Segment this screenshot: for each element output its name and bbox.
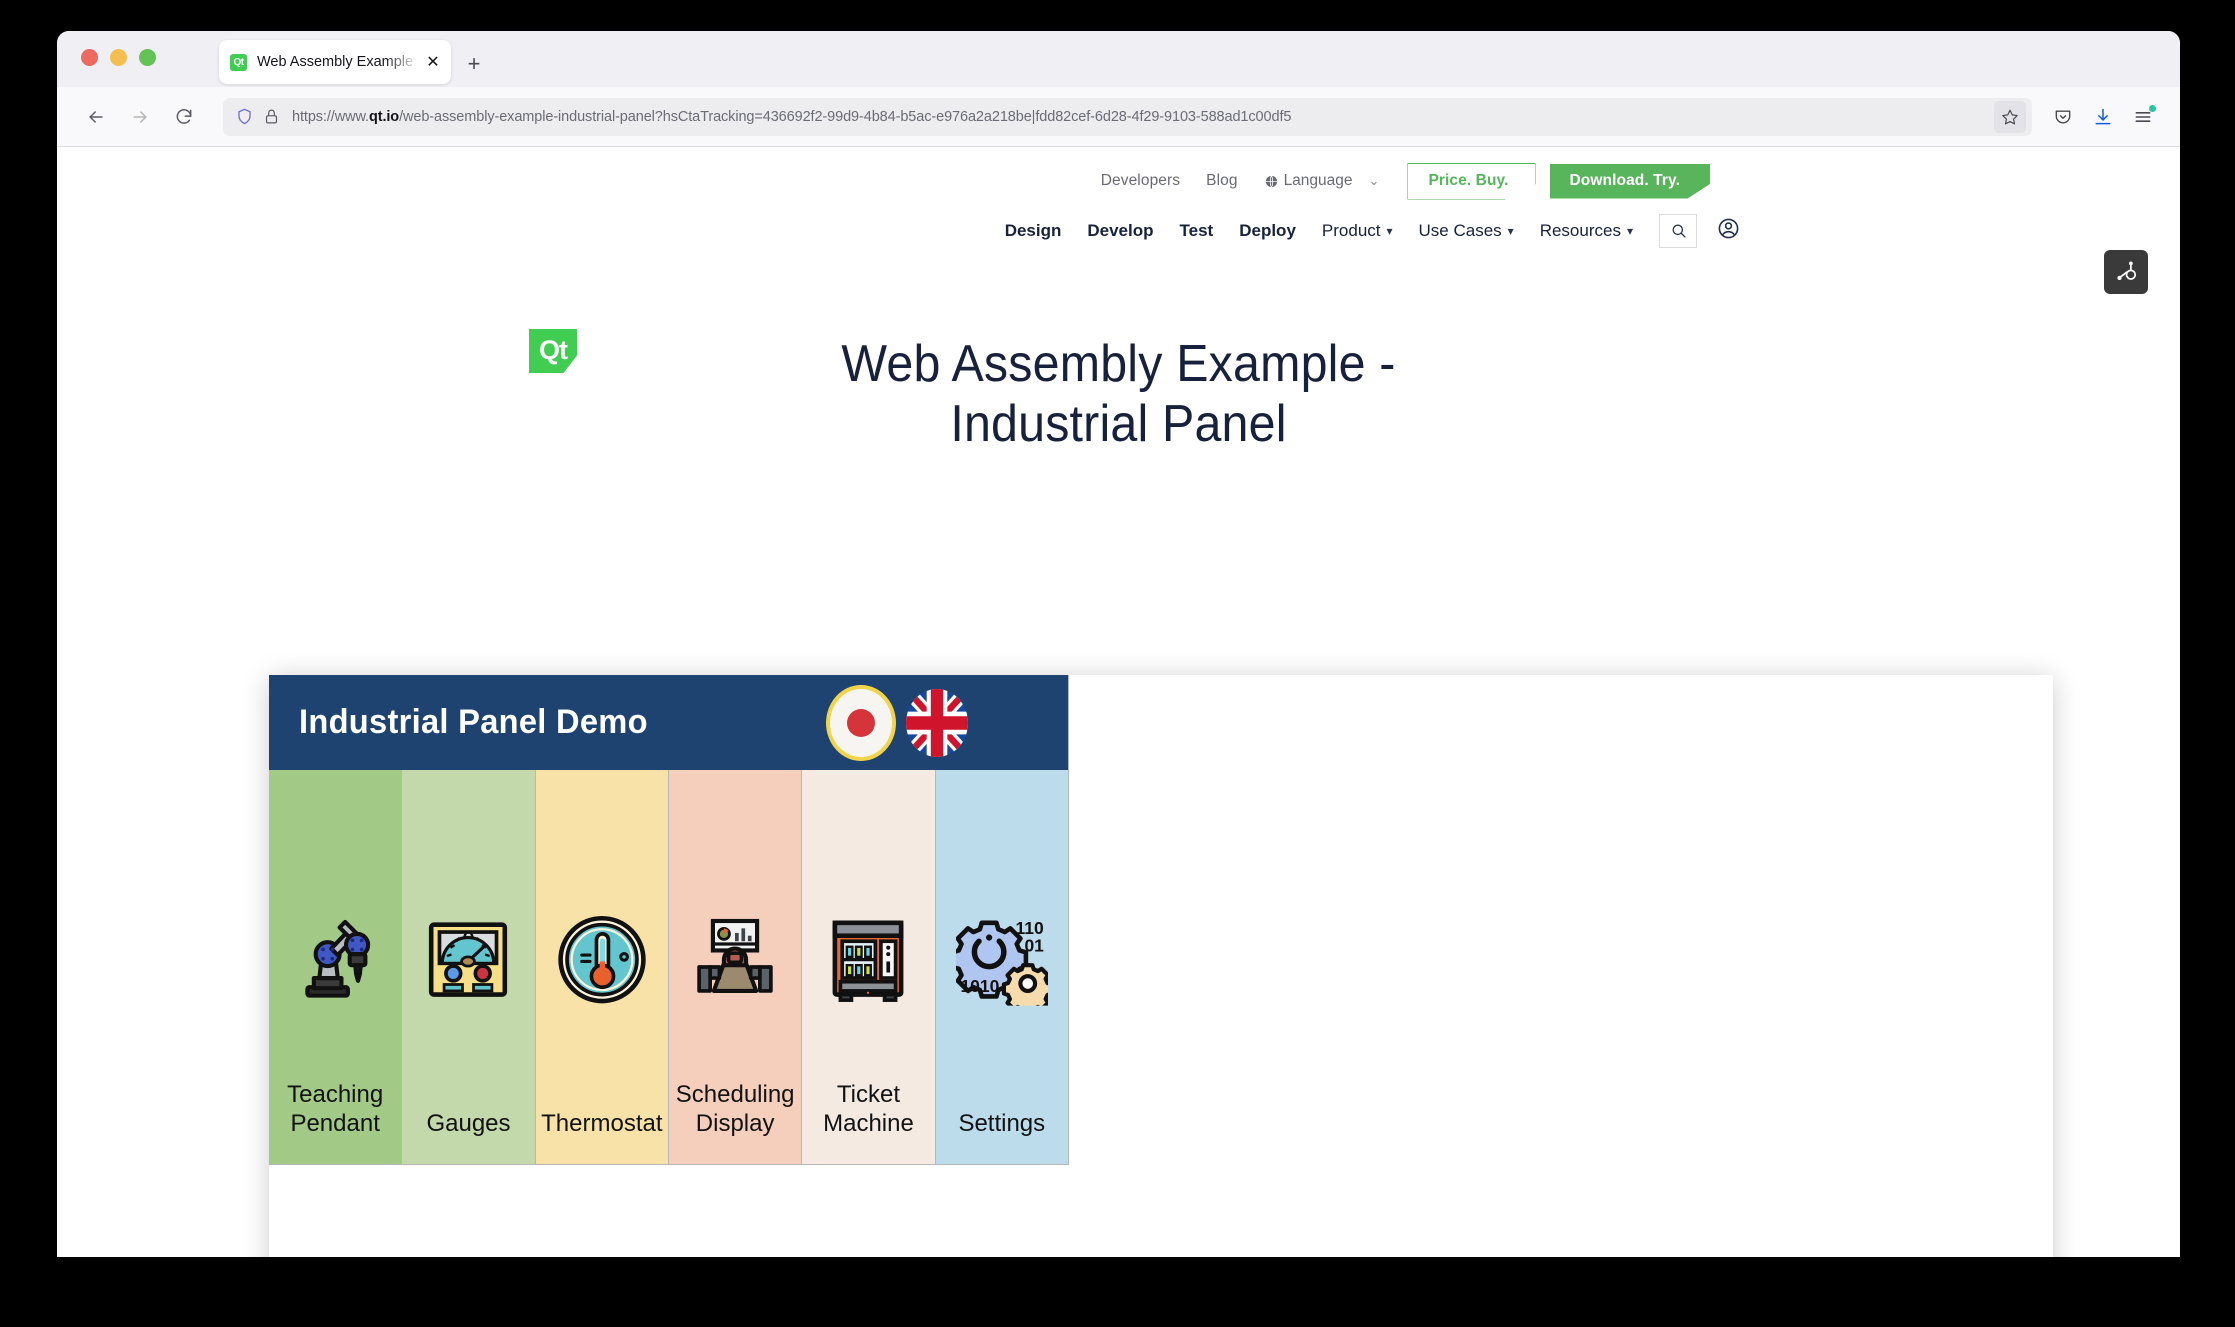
back-arrow-icon[interactable] xyxy=(77,98,115,136)
page-title: Web Assembly Example - Industrial Panel xyxy=(131,334,2105,456)
tile-label: Settings xyxy=(958,1109,1046,1137)
svg-text:1010: 1010 xyxy=(960,976,999,996)
tile-scheduling-display[interactable]: Scheduling Display xyxy=(668,770,803,1164)
tile-ticket-machine[interactable]: Ticket Machine xyxy=(802,770,936,1164)
tile-label: Ticket Machine xyxy=(823,1081,914,1137)
search-icon[interactable] xyxy=(1659,213,1697,248)
language-selector[interactable]: Language xyxy=(1264,172,1353,190)
site-utility-nav: Developers Blog Language ⌄ Price. Buy. D… xyxy=(57,147,2180,200)
hamburger-menu-icon[interactable] xyxy=(2126,100,2160,134)
window-controls xyxy=(81,49,156,66)
tile-label: Gauges xyxy=(426,1109,511,1137)
svg-text:01: 01 xyxy=(1024,935,1044,955)
reload-icon[interactable] xyxy=(165,98,203,136)
language-chevron-down-icon[interactable]: ⌄ xyxy=(1369,173,1380,189)
japan-flag-disc xyxy=(847,708,875,737)
pocket-icon[interactable] xyxy=(2046,100,2080,134)
gauge-meter-icon xyxy=(422,914,514,1006)
chevron-down-icon: ▾ xyxy=(1386,223,1393,238)
vending-machine-icon xyxy=(822,914,914,1006)
tile-settings[interactable]: 110 01 1010 Settings xyxy=(935,770,1068,1164)
lock-icon xyxy=(265,109,278,124)
close-tab-icon[interactable]: ✕ xyxy=(423,52,443,72)
japan-flag-button[interactable] xyxy=(830,688,892,757)
language-label: Language xyxy=(1283,172,1353,190)
hubspot-sprocket-icon[interactable] xyxy=(2104,250,2148,294)
nav-item-design[interactable]: Design xyxy=(1005,221,1062,241)
meeting-room-display-icon xyxy=(689,914,781,1006)
tile-gauges[interactable]: Gauges xyxy=(402,770,536,1164)
globe-icon xyxy=(1265,175,1277,188)
url-text: https://www.qt.io/web-assembly-example-i… xyxy=(292,108,1292,125)
page-viewport: Developers Blog Language ⌄ Price. Buy. D… xyxy=(57,147,2180,1257)
account-icon[interactable] xyxy=(1717,217,1740,245)
nav-item-product[interactable]: Product ▾ xyxy=(1322,221,1393,241)
chevron-down-icon: ▾ xyxy=(1626,223,1633,238)
nav-item-develop[interactable]: Develop xyxy=(1087,221,1153,241)
maximize-window-button[interactable] xyxy=(139,49,156,66)
tab-title: Web Assembly Example - Indust xyxy=(257,54,421,70)
uk-flag-button[interactable] xyxy=(906,688,968,757)
download-icon[interactable] xyxy=(2086,100,2120,134)
demo-tile-grid: Teaching Pendant Gauges Thermostat Sched… xyxy=(269,770,1068,1164)
site-main-nav: Design Develop Test Deploy Product ▾ Use … xyxy=(57,200,2180,248)
forward-arrow-icon[interactable] xyxy=(121,98,159,136)
top-link-developers[interactable]: Developers xyxy=(1101,172,1180,190)
gears-binary-icon: 110 01 1010 xyxy=(955,914,1048,1006)
robot-arm-icon xyxy=(289,914,381,1006)
tab-favicon-qt: Qt xyxy=(230,53,247,71)
tab-strip: Qt Web Assembly Example - Indust ✕ + xyxy=(57,31,2180,87)
star-icon[interactable] xyxy=(1994,100,2026,133)
page-title-line1: Web Assembly Example - xyxy=(841,334,1396,393)
tile-teaching-pendant[interactable]: Teaching Pendant xyxy=(269,770,403,1164)
language-flag-buttons xyxy=(830,675,968,770)
nav-item-use-cases[interactable]: Use Cases ▾ xyxy=(1419,221,1514,241)
tile-thermostat[interactable]: Thermostat xyxy=(535,770,669,1164)
tile-label: Teaching Pendant xyxy=(287,1081,384,1137)
download-try-button[interactable]: Download. Try. xyxy=(1549,164,1710,199)
shield-icon xyxy=(238,108,251,125)
demo-title: Industrial Panel Demo xyxy=(299,703,648,741)
tile-label: Scheduling Display xyxy=(675,1081,795,1137)
demo-header: Industrial Panel Demo xyxy=(269,675,1068,770)
nav-item-resources[interactable]: Resources ▾ xyxy=(1540,221,1633,241)
uk-flag-icon xyxy=(906,688,968,757)
menu-notification-dot xyxy=(2149,104,2156,112)
address-bar[interactable]: https://www.qt.io/web-assembly-example-i… xyxy=(223,97,2032,136)
minimize-window-button[interactable] xyxy=(110,49,127,66)
browser-toolbar: https://www.qt.io/web-assembly-example-i… xyxy=(57,87,2180,147)
close-window-button[interactable] xyxy=(81,49,98,66)
wasm-demo-canvas: Industrial Panel Demo Teaching Pendant G… xyxy=(269,675,2053,1257)
chevron-down-icon: ▾ xyxy=(1507,223,1514,238)
industrial-panel-demo-app: Industrial Panel Demo Teaching Pendant G… xyxy=(269,675,1069,1165)
page-title-line2: Industrial Panel xyxy=(950,395,1287,454)
browser-window: Qt Web Assembly Example - Indust ✕ + htt… xyxy=(57,31,2180,1257)
thermostat-icon xyxy=(556,914,648,1006)
nav-item-test[interactable]: Test xyxy=(1180,221,1214,241)
new-tab-button[interactable]: + xyxy=(461,51,487,77)
price-buy-button[interactable]: Price. Buy. xyxy=(1407,163,1536,200)
nav-item-deploy[interactable]: Deploy xyxy=(1239,221,1296,241)
top-link-blog[interactable]: Blog xyxy=(1206,172,1237,190)
tile-label: Thermostat xyxy=(541,1109,663,1137)
browser-tab[interactable]: Qt Web Assembly Example - Indust ✕ xyxy=(219,40,451,84)
